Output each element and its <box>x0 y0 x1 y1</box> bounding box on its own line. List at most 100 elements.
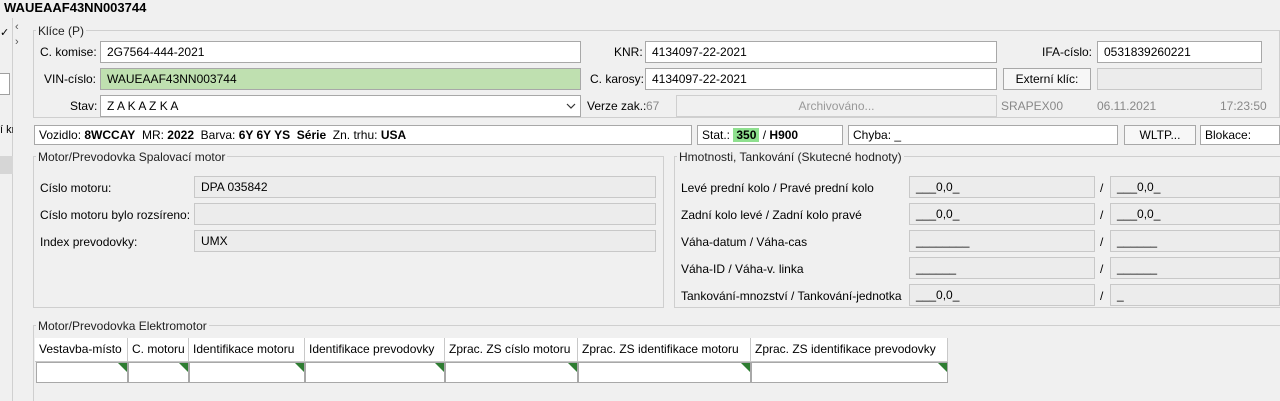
externi-klic-field[interactable] <box>1097 68 1262 90</box>
cell-marker <box>179 363 188 372</box>
cislo-motoru-field[interactable]: DPA 035842 <box>194 176 656 198</box>
blokace-box: Blokace: <box>1200 125 1280 145</box>
hmot-label-5: Tankování-mnozství / Tankování-jednotka <box>681 289 902 303</box>
column-header[interactable]: C. motoru <box>128 338 189 362</box>
verze-value: 67 <box>646 99 660 113</box>
mr-label: MR: <box>141 128 164 142</box>
komise-label: C. komise: <box>40 45 97 59</box>
hmot-value-4b[interactable]: ______ <box>1110 257 1280 279</box>
hmot-sep-5: / <box>1100 289 1104 303</box>
vozidlo-value: 8WCCAY <box>84 128 136 142</box>
hmot-value-4a[interactable]: ______ <box>909 257 1095 279</box>
mr-value: 2022 <box>167 128 194 142</box>
stat-separator: / <box>762 128 767 142</box>
cell-marker <box>938 363 947 372</box>
externi-klic-button[interactable]: Externí klíc: <box>1003 68 1091 90</box>
trh-label: Zn. trhu: <box>332 128 378 142</box>
ifa-field[interactable]: 0531839260221 <box>1097 41 1262 63</box>
hmot-label-3: Váha-datum / Váha-cas <box>681 235 808 249</box>
hmot-value-2a[interactable]: ___0,0_ <box>909 203 1095 225</box>
chyba-value: _ <box>894 128 902 142</box>
column-header[interactable]: Vestavba-místo <box>35 338 128 362</box>
stav-label: Stav: <box>70 99 98 113</box>
knr-label: KNR: <box>614 45 643 59</box>
cell-marker <box>435 363 444 372</box>
knr-field[interactable]: 4134097-22-2021 <box>645 41 997 63</box>
column-header[interactable]: Zprac. ZS identifikace prevodovky <box>751 338 948 362</box>
left-panel-input[interactable] <box>0 73 10 95</box>
hmot-value-5b[interactable]: _ <box>1110 284 1280 306</box>
chevron-down-icon[interactable] <box>566 102 576 110</box>
cislo-motoru-rozsireno-field[interactable] <box>194 203 656 225</box>
vin-field[interactable]: WAUEAAF43NN003744 <box>100 68 581 90</box>
blokace-label: Blokace: <box>1205 128 1252 142</box>
left-side-panel: ✓ í kr <box>0 18 13 401</box>
motor-spal-legend: Motor/Prevodovka Spalovací motor <box>36 150 228 164</box>
table-cell[interactable] <box>445 362 578 383</box>
hmot-value-5a[interactable]: ___0,0_ <box>909 284 1095 306</box>
check-icon[interactable]: ✓ <box>0 26 9 39</box>
cell-marker <box>568 363 577 372</box>
hmot-sep-2: / <box>1100 208 1104 222</box>
hmot-value-3a[interactable]: ________ <box>909 230 1095 252</box>
column-header[interactable]: Identifikace prevodovky <box>305 338 445 362</box>
chyba-label: Chyba: <box>853 128 892 142</box>
table-cell[interactable] <box>751 362 948 383</box>
hmot-value-3b[interactable]: ______ <box>1110 230 1280 252</box>
hmot-value-1b[interactable]: ___0,0_ <box>1110 176 1280 198</box>
hmot-value-2b[interactable]: ___0,0_ <box>1110 203 1280 225</box>
column-header[interactable]: Identifikace motoru <box>189 338 305 362</box>
window-title: WAUEAAF43NN003744 <box>4 0 147 15</box>
user-id: SRAPEX00 <box>1001 99 1064 113</box>
chevron-left-icon[interactable]: ‹ <box>15 20 27 35</box>
cell-marker <box>118 363 127 372</box>
vehicle-info-bar: Vozidlo: 8WCCAY MR: 2022 Barva: 6Y 6Y YS… <box>34 125 692 145</box>
table-cell[interactable] <box>305 362 445 383</box>
hmot-label-2: Zadní kolo levé / Zadní kolo pravé <box>681 208 862 222</box>
wltp-button[interactable]: WLTP... <box>1124 125 1196 145</box>
elektromotor-legend: Motor/Prevodovka Elektromotor <box>36 319 209 333</box>
motor-spal-label-1: Císlo motoru: <box>40 181 112 195</box>
karosy-label: C. karosy: <box>590 72 645 86</box>
barva-value: 6Y 6Y YS <box>238 128 291 142</box>
stav-select[interactable]: Z A K A Z K A <box>100 95 581 117</box>
archivovano-button[interactable]: Archivováno... <box>676 95 997 117</box>
hmot-sep-1: / <box>1100 181 1104 195</box>
table-cell[interactable] <box>189 362 305 383</box>
time-value: 17:23:50 <box>1220 99 1267 113</box>
table-cell[interactable] <box>36 362 128 383</box>
left-panel-text: í kr <box>0 124 13 136</box>
trh-value: USA <box>380 128 407 142</box>
index-prevodovky-field[interactable]: UMX <box>194 230 656 252</box>
klice-legend: Klíce (P) <box>36 24 87 38</box>
cell-marker <box>295 363 304 372</box>
komise-field[interactable]: 2G7564-444-2021 <box>100 41 581 63</box>
hmot-label-4: Váha-ID / Váha-v. linka <box>681 262 804 276</box>
column-header[interactable]: Zprac. ZS císlo motoru <box>445 338 578 362</box>
vin-label: VIN-císlo: <box>44 72 97 86</box>
table-cell[interactable] <box>578 362 751 383</box>
stat-value: 350 <box>733 128 760 142</box>
chevron-right-icon[interactable]: › <box>15 35 27 50</box>
cell-marker <box>741 363 750 372</box>
serie-label: Série <box>296 128 327 142</box>
verze-label: Verze zak.: <box>587 99 647 113</box>
column-header[interactable]: Zprac. ZS identifikace motoru <box>578 338 751 362</box>
left-panel-selected-row[interactable] <box>0 156 13 174</box>
stat-box: Stat.: 350 / H900 <box>697 125 843 145</box>
stav-value: Z A K A Z K A <box>107 99 179 113</box>
date-value: 06.11.2021 <box>1097 99 1157 113</box>
hmot-value-1a[interactable]: ___0,0_ <box>909 176 1095 198</box>
hmot-sep-3: / <box>1100 235 1104 249</box>
motor-spal-label-3: Index prevodovky: <box>40 235 138 249</box>
barva-label: Barva: <box>200 128 236 142</box>
hmotnosti-legend: Hmotnosti, Tankování (Skutecné hodnoty) <box>677 150 904 164</box>
hmot-sep-4: / <box>1100 262 1104 276</box>
table-cell[interactable] <box>128 362 189 383</box>
vozidlo-label: Vozidlo: <box>39 128 82 142</box>
stat-label: Stat.: <box>702 128 731 142</box>
karosy-field[interactable]: 4134097-22-2021 <box>645 68 997 90</box>
ifa-label: IFA-císlo: <box>1042 45 1093 59</box>
stat-code: H900 <box>769 128 799 142</box>
collapse-arrows[interactable]: ‹ › <box>15 20 27 50</box>
